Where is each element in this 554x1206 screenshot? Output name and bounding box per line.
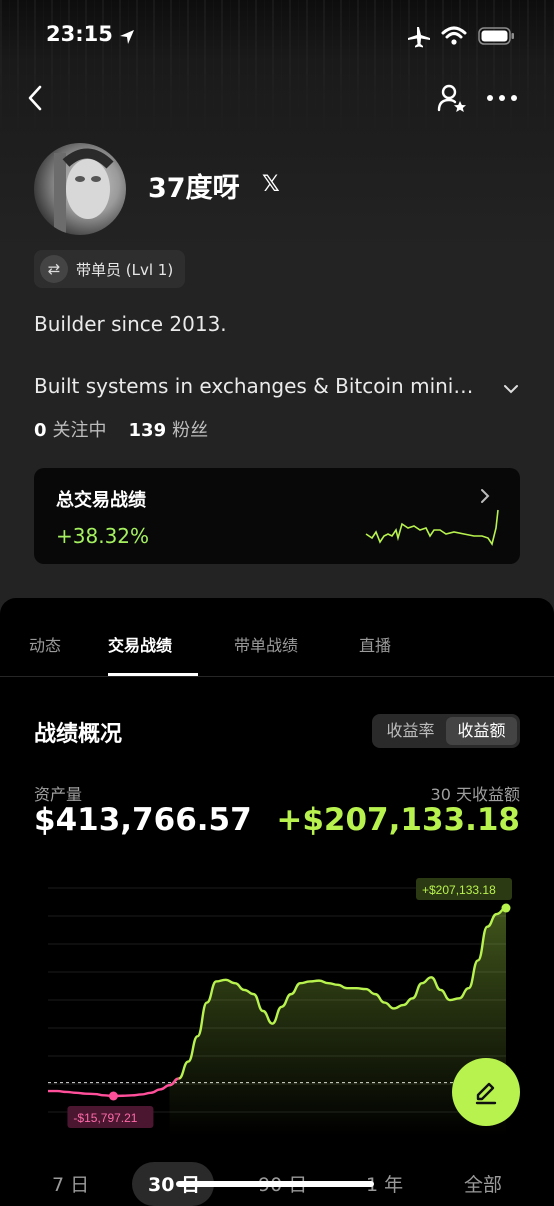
chevron-right-icon [481,489,490,503]
pencil-icon [475,1082,497,1105]
avatar-photo [54,148,114,233]
follow-stats: 0 关注中 139 粉丝 [34,416,208,442]
overview-title: 战绩概况 [34,722,123,747]
chevron-down-icon [504,385,518,394]
badge-label: 带单员 (Lvl 1) [76,260,174,279]
range-all[interactable]: 全部 [464,1170,502,1197]
follow-user-button[interactable] [434,80,470,116]
metric-toggle[interactable]: 收益率 收益额 [372,714,520,748]
battery-icon [478,27,514,45]
location-arrow-icon [120,30,134,44]
following-label: 关注中 [52,420,107,441]
following-count: 0 [34,420,47,441]
x-logo-icon[interactable]: 𝕏 [262,172,280,197]
following-stat[interactable]: 0 关注中 [34,416,107,442]
min-value-label: -$15,797.21 [73,1111,137,1125]
bio-line-2: Built systems in exchanges & Bitcoin min… [34,374,474,398]
tab-live[interactable]: 直播 [359,632,391,656]
back-button[interactable] [20,82,50,114]
home-indicator [176,1181,374,1187]
more-dots-icon [487,95,517,101]
performance-title: 总交易战绩 [56,490,146,511]
header-decoration [0,0,554,140]
lead-trader-badge[interactable]: ⇄ 带单员 (Lvl 1) [34,250,186,288]
tab-divider [0,676,554,677]
avatar[interactable] [34,143,126,235]
max-point-marker [501,903,511,913]
wifi-icon [441,26,467,45]
expand-bio-button[interactable] [500,378,522,400]
toggle-rate[interactable]: 收益率 [375,717,446,745]
tab-copy-trading-performance[interactable]: 带单战绩 [234,632,298,656]
total-performance-card[interactable]: 总交易战绩 +38.32% [34,468,520,564]
performance-value: +38.32% [56,524,150,548]
followers-label: 粉丝 [172,420,209,441]
performance-sparkline [365,509,499,546]
bio-line-1: Builder since 2013. [34,312,227,336]
user-name: 37度呀 [148,173,240,204]
followers-count: 139 [128,420,167,441]
swap-arrows-icon: ⇄ [40,255,68,283]
status-time: 23:15 [46,22,113,46]
tab-trading-performance[interactable]: 交易战绩 [108,632,172,656]
pnl-value: +$207,133.18 [276,802,520,838]
more-options-button[interactable] [484,86,520,110]
range-7d[interactable]: 7 日 [52,1170,89,1197]
user-star-icon [437,84,466,112]
min-point-marker [108,1091,118,1101]
airplane-icon [408,27,430,48]
max-value-label: +$207,133.18 [422,883,496,897]
chevron-left-icon [28,85,42,111]
assets-value: $413,766.57 [34,802,252,838]
edit-button[interactable] [452,1058,520,1126]
min-value-tag: -$15,797.21 [67,1106,154,1128]
followers-stat[interactable]: 139 粉丝 [129,416,209,442]
toggle-amount[interactable]: 收益额 [446,717,517,745]
max-value-tag: +$207,133.18 [416,878,512,900]
tab-activity[interactable]: 动态 [29,632,61,656]
